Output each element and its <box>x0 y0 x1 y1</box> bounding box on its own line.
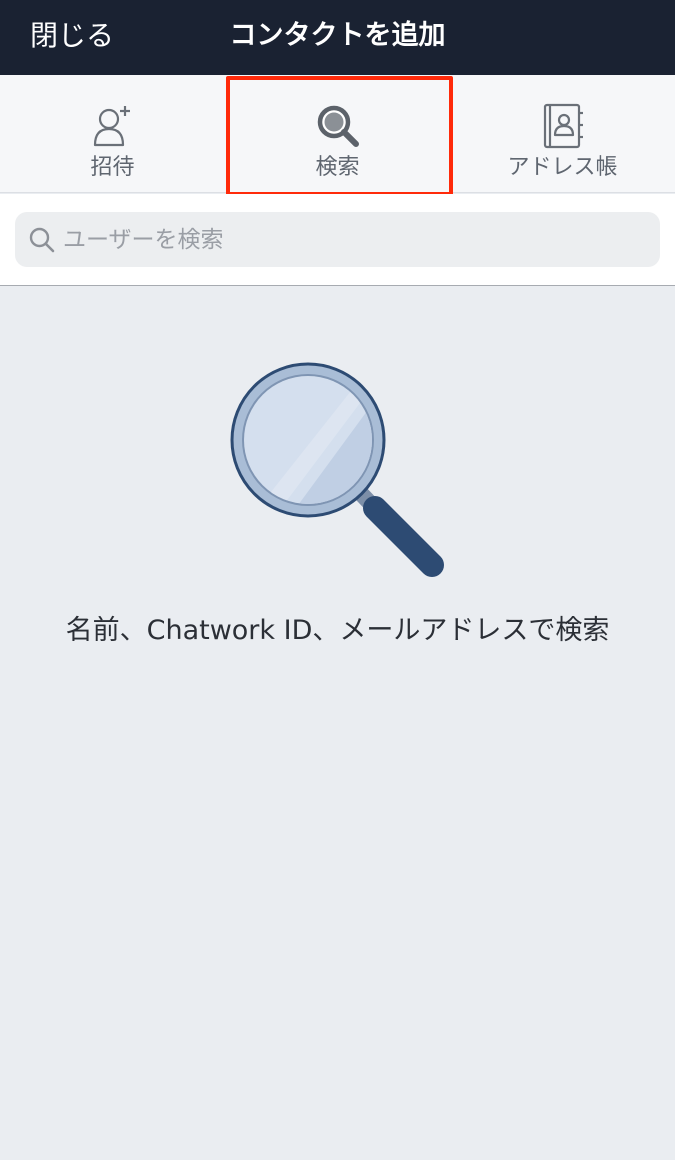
search-section <box>0 194 675 286</box>
tab-address-book[interactable]: アドレス帳 <box>450 75 675 193</box>
empty-state-message: 名前、Chatwork ID、メールアドレスで検索 <box>65 615 610 646</box>
add-user-icon <box>0 103 225 149</box>
tab-bar: 招待 検索 アドレス帳 <box>0 75 675 193</box>
nav-bar: 閉じる コンタクトを追加 <box>0 0 675 75</box>
search-icon <box>29 227 55 253</box>
magnifying-glass-icon <box>230 362 444 577</box>
page-title: コンタクトを追加 <box>229 20 446 51</box>
empty-state: 名前、Chatwork ID、メールアドレスで検索 <box>0 287 675 1160</box>
search-box[interactable] <box>15 212 660 267</box>
tab-search-label: 検索 <box>315 155 360 180</box>
tab-address-book-label: アドレス帳 <box>507 155 618 180</box>
search-icon <box>225 103 450 149</box>
tab-search[interactable]: 検索 <box>225 75 450 193</box>
tab-invite[interactable]: 招待 <box>0 75 225 193</box>
address-book-icon <box>450 103 675 149</box>
tab-invite-label: 招待 <box>90 155 135 180</box>
search-input[interactable] <box>63 212 643 267</box>
